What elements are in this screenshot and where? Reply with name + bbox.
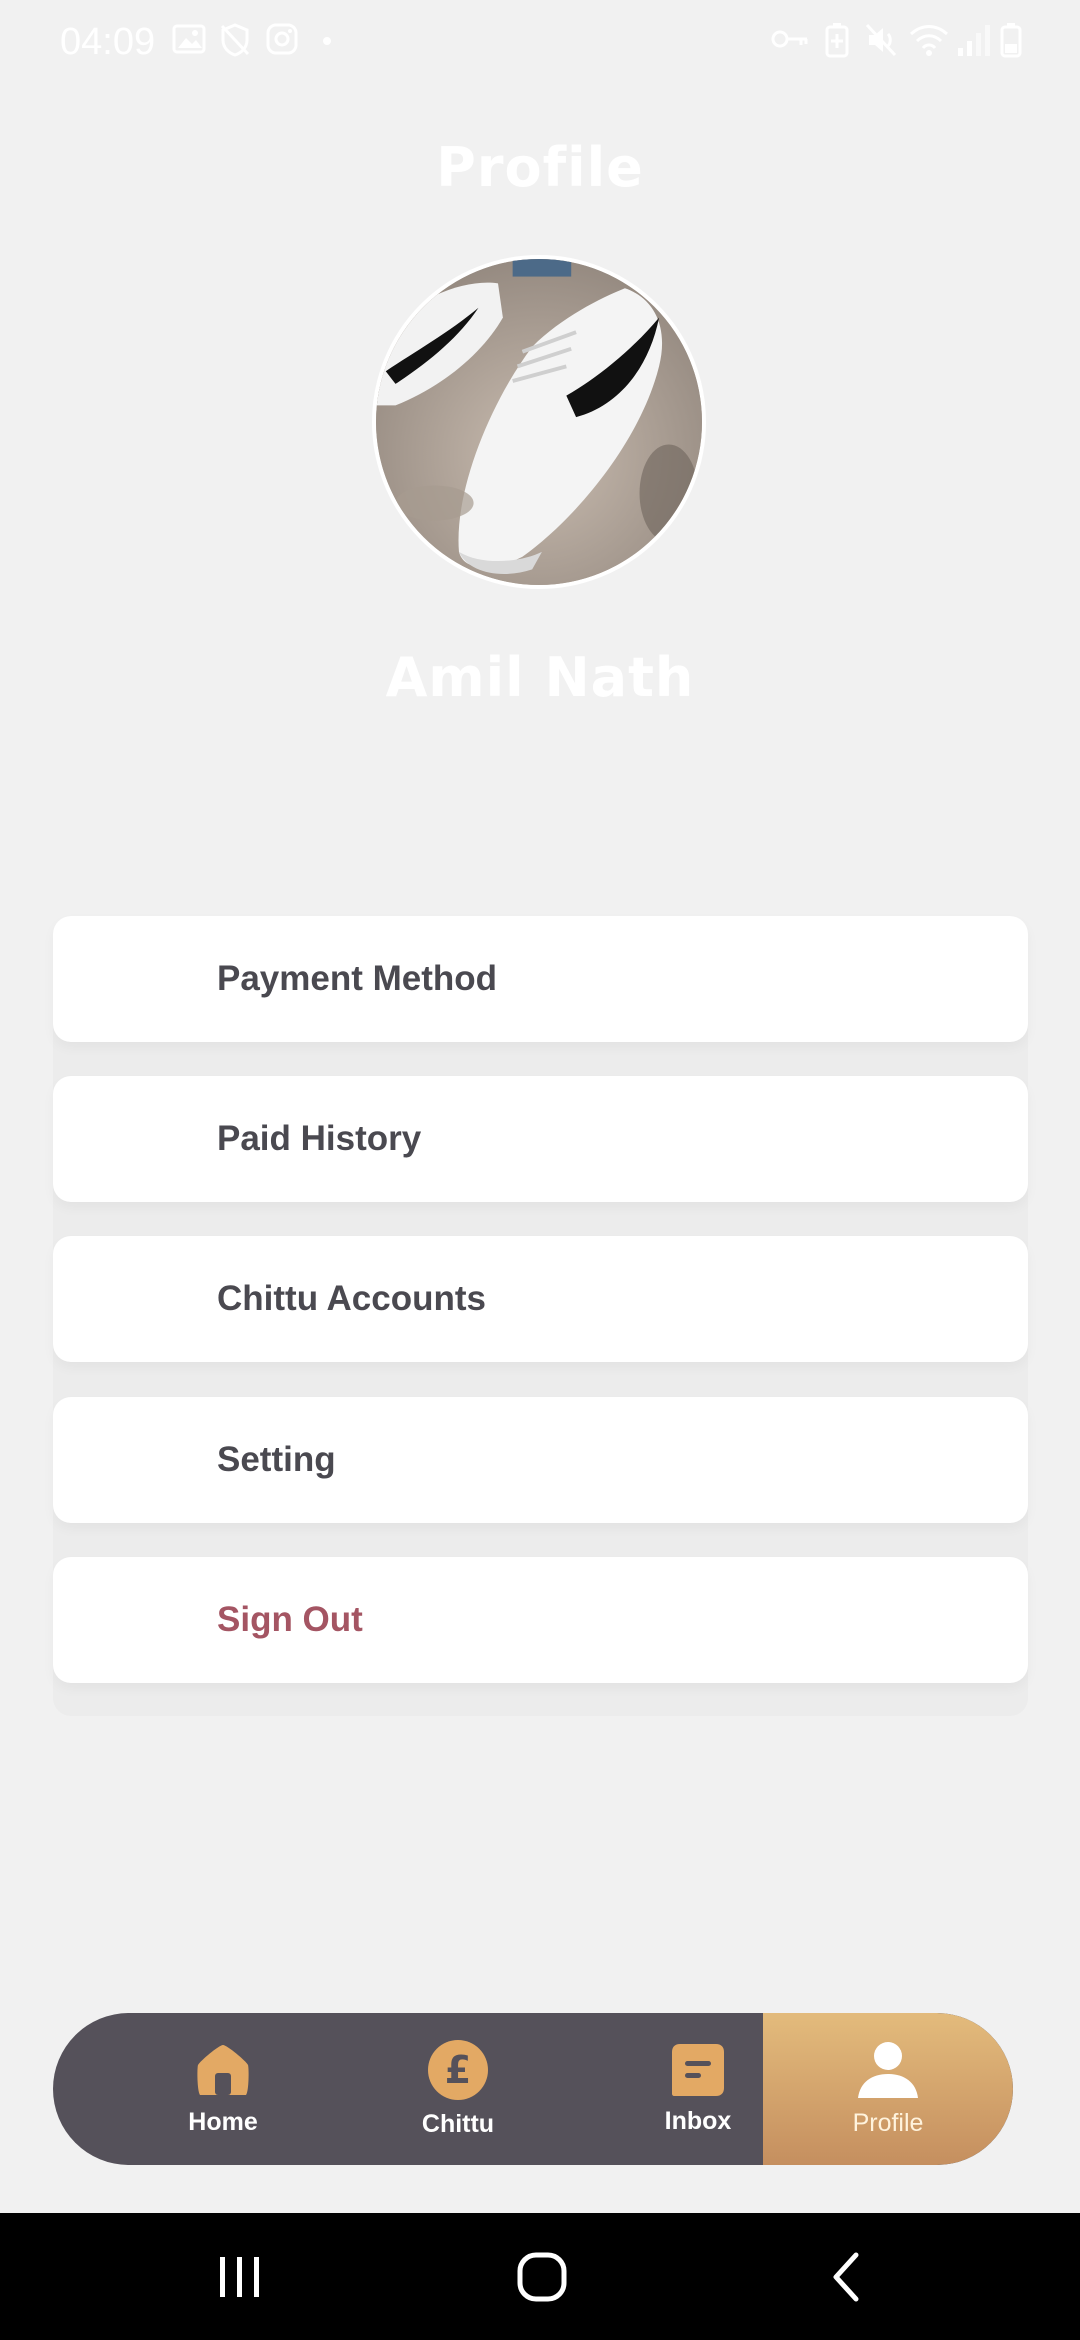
dot-icon xyxy=(322,36,332,76)
home-button-icon[interactable] xyxy=(516,2251,568,2308)
system-nav-bar xyxy=(0,2213,1080,2340)
key-icon xyxy=(770,22,810,62)
person-icon xyxy=(856,2040,920,2105)
back-icon[interactable] xyxy=(828,2251,864,2308)
nav-profile[interactable]: Profile xyxy=(763,2013,1013,2165)
message-icon xyxy=(670,2042,726,2103)
menu-item-sign-out[interactable]: Sign Out xyxy=(53,1557,1028,1683)
image-icon xyxy=(172,22,206,62)
sign-out-label: Sign Out xyxy=(217,1600,363,1639)
menu-item-label: Chittu Accounts xyxy=(217,1279,486,1318)
mute-icon xyxy=(864,22,898,62)
pound-icon: £ xyxy=(427,2039,489,2106)
menu-item-label: Setting xyxy=(217,1440,336,1479)
shield-off-icon xyxy=(218,22,252,62)
svg-text:£: £ xyxy=(445,2048,471,2092)
instagram-icon xyxy=(265,22,299,62)
user-name: Amil Nath xyxy=(385,646,695,709)
profile-screen: 04:09 Profile Amil Nath Payment Method P… xyxy=(0,0,1080,2340)
nav-label: Inbox xyxy=(664,2107,732,2135)
bottom-nav: Home £ Chittu Inbox Profile xyxy=(53,2013,1013,2165)
battery-icon xyxy=(1000,22,1022,62)
sneaker-photo xyxy=(376,259,702,585)
home-icon xyxy=(194,2041,252,2104)
recent-apps-icon[interactable] xyxy=(216,2251,264,2306)
status-time: 04:09 xyxy=(60,21,156,63)
menu-item-payment-method[interactable]: Payment Method xyxy=(53,916,1028,1042)
page-title: Profile xyxy=(436,136,644,199)
avatar[interactable] xyxy=(372,255,706,589)
nav-label: Home xyxy=(188,2108,258,2136)
menu-item-label: Payment Method xyxy=(217,959,498,998)
nav-home[interactable]: Home xyxy=(113,2013,333,2165)
signal-icon xyxy=(956,22,992,62)
menu-item-chittu-accounts[interactable]: Chittu Accounts xyxy=(53,1236,1028,1362)
status-bar: 04:09 xyxy=(0,0,1080,84)
battery-saver-icon xyxy=(824,22,850,62)
menu-item-setting[interactable]: Setting xyxy=(53,1397,1028,1523)
menu-item-label: Paid History xyxy=(217,1119,422,1158)
nav-label: Chittu xyxy=(421,2110,495,2138)
nav-label: Profile xyxy=(852,2109,924,2137)
nav-chittu[interactable]: £ Chittu xyxy=(348,2013,568,2165)
menu-item-paid-history[interactable]: Paid History xyxy=(53,1076,1028,1202)
wifi-icon xyxy=(908,22,950,62)
